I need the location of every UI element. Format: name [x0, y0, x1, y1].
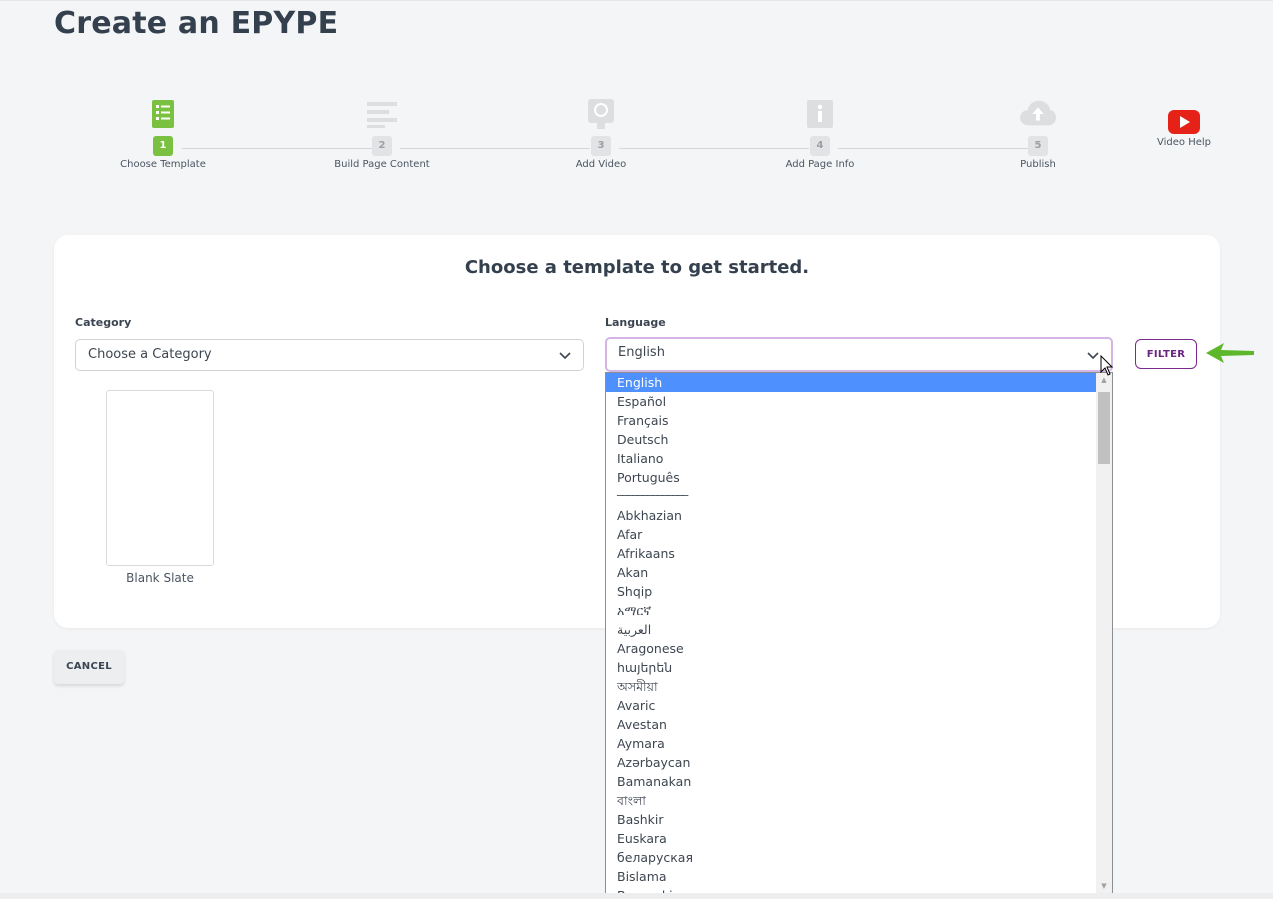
- video-help-link[interactable]: Video Help: [1154, 110, 1214, 148]
- template-label: Blank Slate: [126, 571, 194, 585]
- language-option-separator: ──────────────: [617, 491, 688, 502]
- scroll-down-arrow-icon[interactable]: ▼: [1096, 879, 1112, 893]
- cloud-upload-icon: [1020, 98, 1056, 130]
- language-option[interactable]: Português: [606, 468, 1096, 487]
- stepper: 1 Choose Template 2 Build Page Content 3…: [0, 0, 1273, 200]
- language-option[interactable]: বাংলা: [606, 791, 1096, 810]
- step-number: 1: [153, 136, 173, 156]
- language-option[interactable]: հայերեն: [606, 658, 1096, 677]
- bottom-divider: [0, 893, 1273, 899]
- step-label: Choose Template: [120, 159, 206, 170]
- step-number: 2: [372, 136, 392, 156]
- step-number: 5: [1028, 136, 1048, 156]
- step-number: 3: [591, 136, 611, 156]
- language-option[interactable]: Azərbaycan: [606, 753, 1096, 772]
- language-option[interactable]: беларуская: [606, 848, 1096, 867]
- step-add-video[interactable]: 3 Add Video: [521, 98, 681, 170]
- scrollbar-thumb[interactable]: [1098, 392, 1110, 464]
- category-label: Category: [75, 316, 132, 329]
- language-option[interactable]: Bashkir: [606, 810, 1096, 829]
- language-option[interactable]: Afar: [606, 525, 1096, 544]
- video-camera-icon: [583, 98, 619, 130]
- cancel-button[interactable]: CANCEL: [54, 650, 124, 684]
- language-select[interactable]: English: [605, 337, 1113, 372]
- category-select-value: Choose a Category: [88, 347, 212, 362]
- arrow-left-icon: [1206, 343, 1254, 363]
- language-select-value: English: [618, 345, 665, 360]
- language-option[interactable]: Bislama: [606, 867, 1096, 886]
- mouse-cursor-icon: [1100, 355, 1114, 376]
- language-option[interactable]: Akan: [606, 563, 1096, 582]
- info-icon: [802, 98, 838, 130]
- language-option[interactable]: Aymara: [606, 734, 1096, 753]
- page: Create an EPYPE 1 Choose Template 2 Buil…: [0, 0, 1273, 899]
- language-option[interactable]: Español: [606, 392, 1096, 411]
- language-option[interactable]: Italiano: [606, 449, 1096, 468]
- language-option[interactable]: Bamanakan: [606, 772, 1096, 791]
- language-option[interactable]: አማርኛ: [606, 601, 1096, 620]
- language-option[interactable]: Avestan: [606, 715, 1096, 734]
- language-option[interactable]: Avaric: [606, 696, 1096, 715]
- chevron-down-icon: [559, 352, 571, 360]
- category-select[interactable]: Choose a Category: [75, 339, 584, 371]
- language-option[interactable]: অসমীয়া: [606, 677, 1096, 696]
- language-option[interactable]: Français: [606, 411, 1096, 430]
- language-option[interactable]: Abkhazian: [606, 506, 1096, 525]
- dropdown-scrollbar[interactable]: ▲ ▼: [1096, 373, 1112, 893]
- step-add-page-info[interactable]: 4 Add Page Info: [740, 98, 900, 170]
- language-options: English Español Français Deutsch Italian…: [606, 373, 1096, 893]
- blank-slate-template[interactable]: [106, 390, 214, 566]
- step-label: Publish: [1020, 159, 1056, 170]
- language-option[interactable]: Deutsch: [606, 430, 1096, 449]
- language-option[interactable]: العربية: [606, 620, 1096, 639]
- language-label: Language: [605, 316, 666, 329]
- language-option[interactable]: Euskara: [606, 829, 1096, 848]
- language-dropdown-list[interactable]: English Español Français Deutsch Italian…: [605, 372, 1113, 894]
- step-build-page-content[interactable]: 2 Build Page Content: [302, 98, 462, 170]
- language-option[interactable]: Shqip: [606, 582, 1096, 601]
- step-number: 4: [810, 136, 830, 156]
- step-label: Build Page Content: [334, 159, 430, 170]
- chevron-down-icon: [1087, 352, 1099, 360]
- step-label: Add Video: [575, 159, 627, 170]
- step-publish[interactable]: 5 Publish: [958, 98, 1118, 170]
- video-help-label: Video Help: [1157, 137, 1211, 148]
- language-option[interactable]: Aragonese: [606, 639, 1096, 658]
- filter-button[interactable]: FILTER: [1135, 339, 1197, 369]
- language-option[interactable]: English: [606, 373, 1096, 392]
- list-icon: [145, 98, 181, 130]
- card-heading: Choose a template to get started.: [464, 257, 810, 278]
- language-option[interactable]: Afrikaans: [606, 544, 1096, 563]
- step-label: Add Page Info: [785, 159, 855, 170]
- lines-icon: [364, 98, 400, 130]
- youtube-icon: [1168, 110, 1200, 134]
- step-choose-template[interactable]: 1 Choose Template: [83, 98, 243, 170]
